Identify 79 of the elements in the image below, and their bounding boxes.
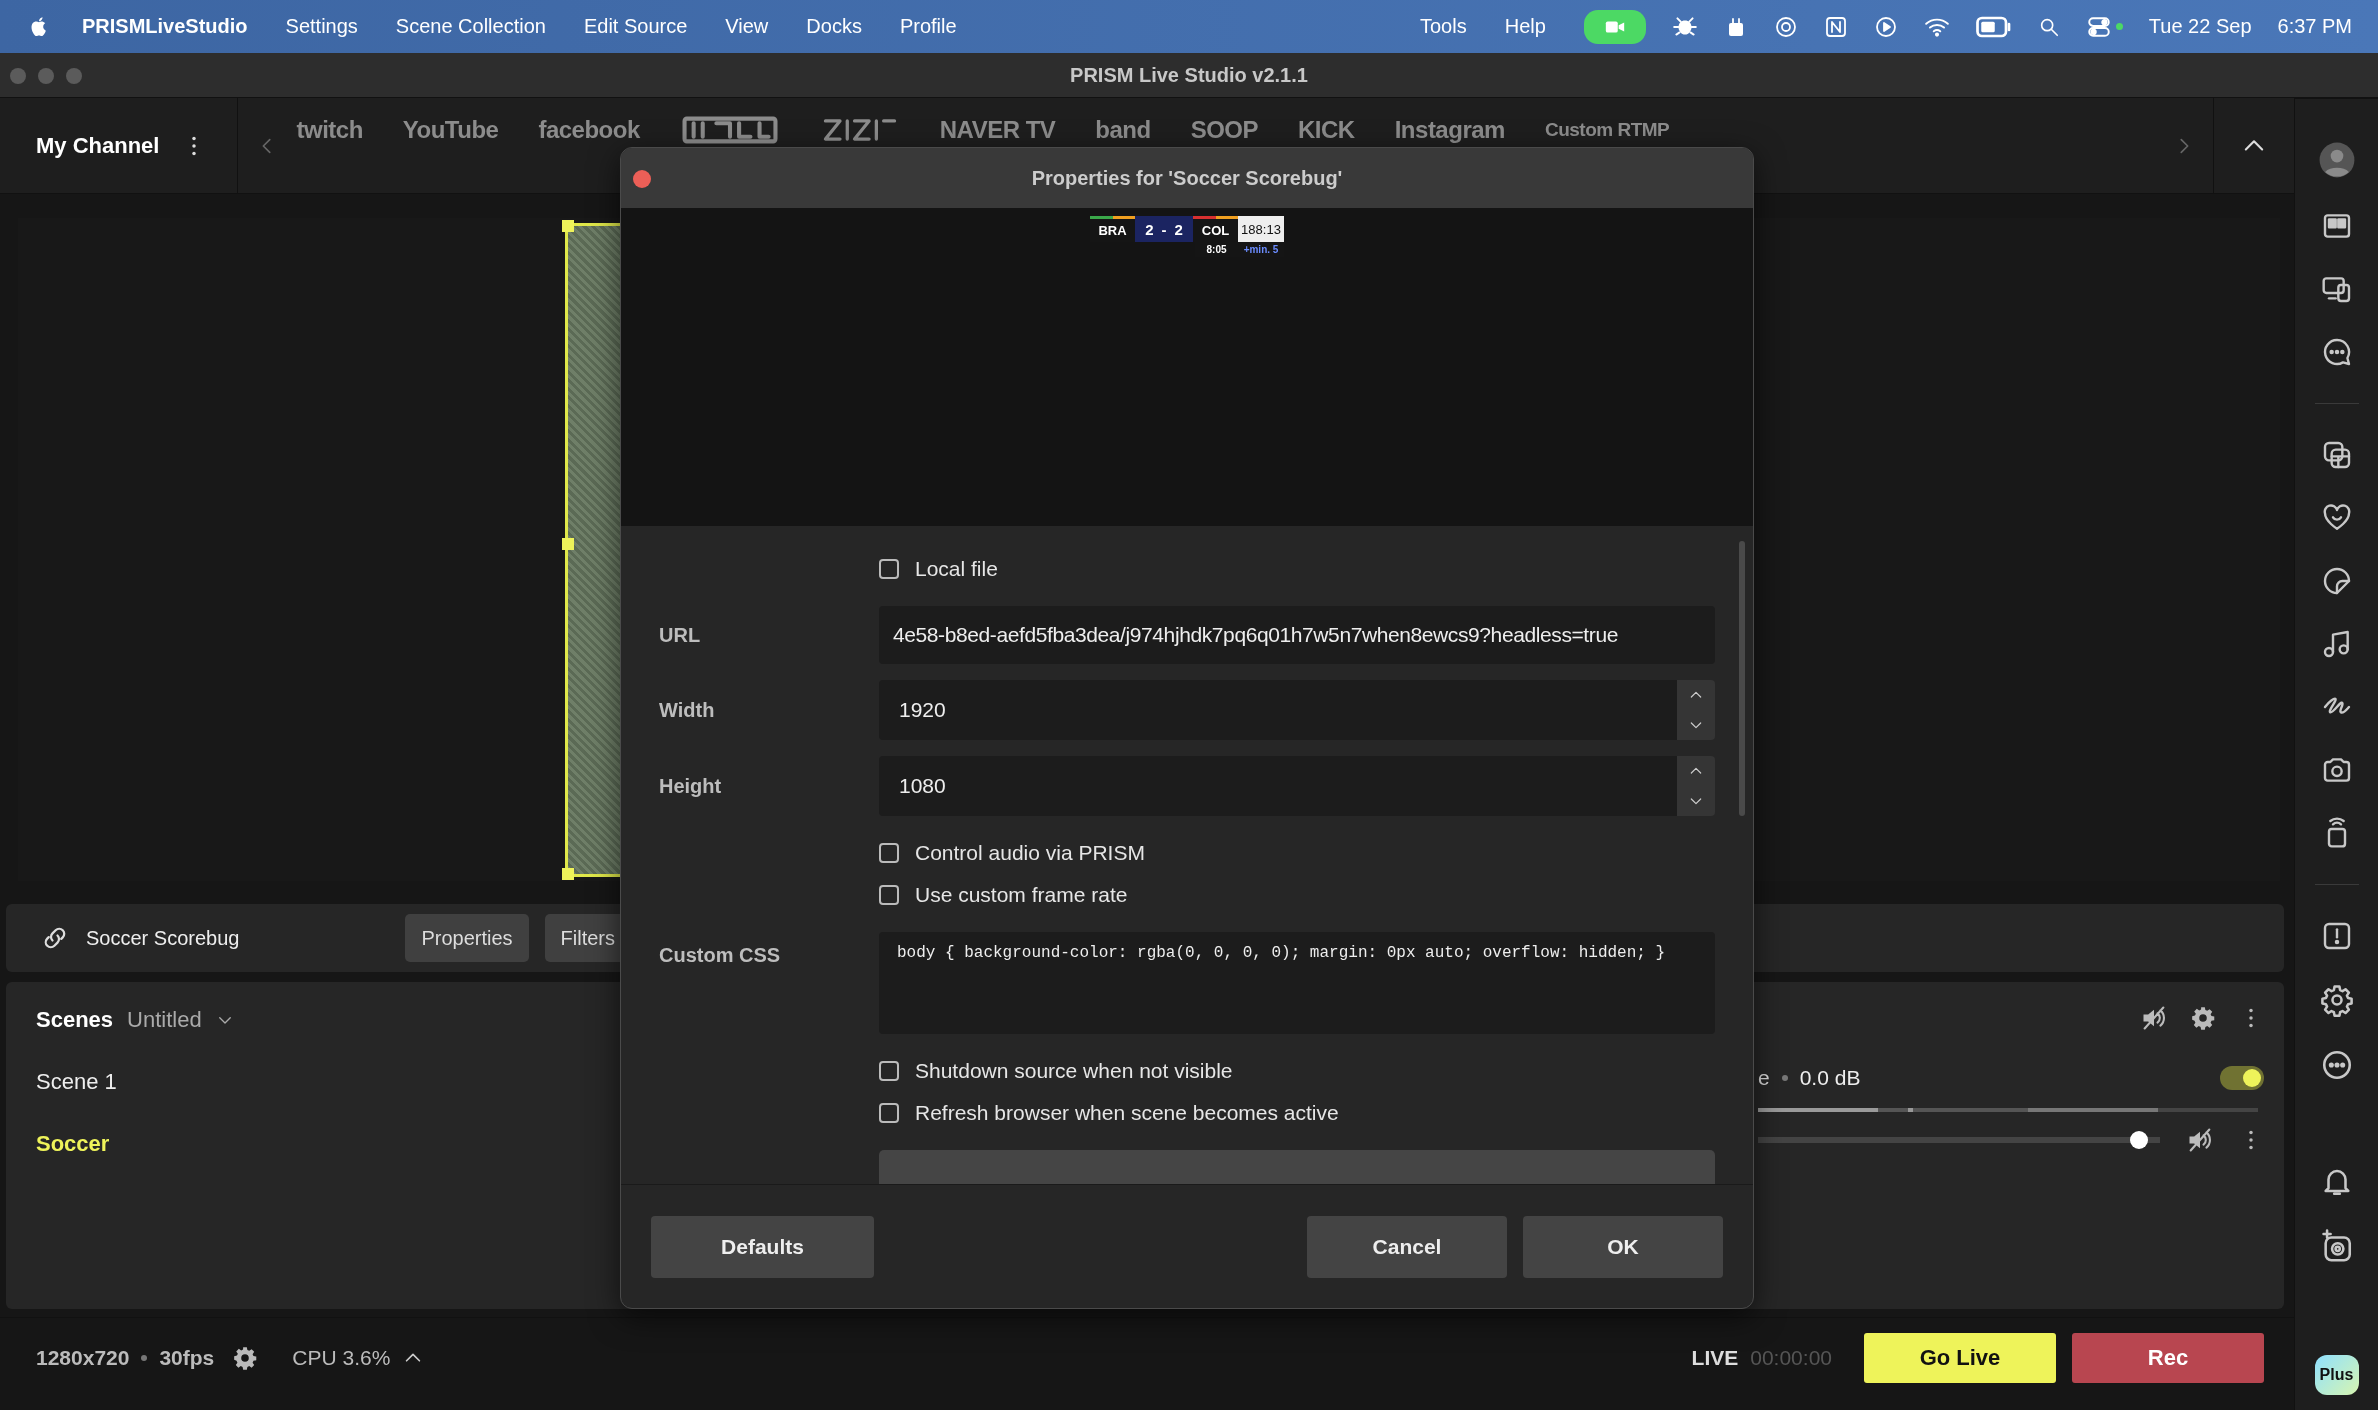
checkbox-label: Shutdown source when not visible [915,1059,1233,1083]
checkbox-label: Use custom frame rate [915,883,1128,907]
checkbox[interactable] [879,843,899,863]
platform-logo[interactable]: KICK [1298,117,1355,143]
audio-source-name: e [1758,1066,1770,1090]
menu-item[interactable]: Tools [1420,15,1467,38]
number-field[interactable]: 1080 [879,756,1677,816]
channel-title[interactable]: My Channel [36,132,160,159]
field-label: URL [659,623,702,647]
resize-handle[interactable] [562,220,574,232]
checkbox-label: Control audio via PRISM [915,841,1145,865]
checkbox[interactable] [879,1103,899,1123]
field-label: Custom CSS [659,944,782,967]
checkbox-label: Refresh browser when scene becomes active [915,1101,1339,1125]
checkbox[interactable] [879,1061,899,1081]
menubar-date: Tue 22 Sep [2148,15,2252,38]
resolution-text: 1280x720 [36,1346,130,1370]
match-clock: 188:13 [1238,216,1284,242]
resize-handle[interactable] [562,868,574,880]
menu-item[interactable]: Scene Collection [395,15,546,38]
field-label: Height [659,774,723,798]
url-field[interactable]: 4e58-b8ed-aefd5fba3dea/j974hjhdk7pq6q01h7w5n7when8ewcs9?headless=true [879,606,1715,664]
cpu-usage: CPU 3.6% [292,1346,391,1370]
source-name: Soccer Scorebug [86,926,240,950]
video-camera-icon[interactable] [1583,9,1646,44]
resize-handle[interactable] [562,538,574,550]
platform-logo[interactable]: Instagram [1394,117,1505,143]
volume-reading: 0.0 dB [1799,1066,1861,1090]
score-separator: - [1161,220,1167,238]
settings-icon[interactable] [232,1345,259,1371]
menu-item[interactable]: Settings [285,15,358,38]
app-icon[interactable] [1823,14,1848,39]
live-timer: 00:00:00 [1750,1346,1832,1370]
window-title: PRISM Live Studio v2.1.1 [1070,63,1308,87]
avatar-icon[interactable] [2317,141,2356,179]
field-label: Width [659,698,716,722]
play-icon[interactable] [1873,14,1898,39]
collection-dropdown[interactable]: Untitled [127,1007,202,1033]
dialog-button[interactable]: Cancel [1307,1215,1507,1278]
css-field[interactable]: body { background-color: rgba(0, 0, 0, 0); margin: 0px auto; overflow: hidden; } [879,932,1715,1034]
go-live-button[interactable]: Go Live [1864,1333,2056,1383]
scrollbar-thumb[interactable] [1739,541,1745,816]
menu-item[interactable]: Edit Source [583,15,688,38]
toggle-switch[interactable] [2220,1066,2264,1090]
platform-logo[interactable]: band [1095,117,1151,143]
settings-icon[interactable] [2190,1005,2216,1031]
close-button[interactable] [633,170,651,188]
menu-item[interactable]: PRISMLiveStudio [82,15,248,38]
score: 2 [1145,220,1154,238]
menu-item[interactable]: View [725,15,769,38]
live-label: LIVE [1691,1346,1739,1370]
settings-icon[interactable] [2319,983,2354,1017]
menu-item[interactable]: Help [1504,15,1546,38]
platform-logo[interactable]: SOOP [1190,117,1259,143]
score: 2 [1174,220,1183,238]
platform-logo[interactable]: NAVER TV [939,117,1056,143]
number-field[interactable]: 1920 [879,680,1677,740]
slider-thumb[interactable] [2130,1131,2149,1149]
record-button[interactable]: Rec [2072,1333,2264,1383]
platform-logo[interactable]: facebook [538,117,640,143]
menubar-clock: 6:37 PM [2277,15,2352,38]
defaults-button[interactable]: Defaults [651,1215,874,1278]
checkbox[interactable] [879,885,899,905]
ring-icon[interactable] [1773,14,1798,39]
platform-logo[interactable]: YouTube [402,117,499,143]
panel-title: Scenes [36,1007,114,1033]
dialog-button[interactable]: OK [1523,1215,1723,1278]
platform-logo[interactable]: twitch [296,117,363,143]
checkbox-label: Local file [915,557,998,581]
dialog-title: Properties for 'Soccer Scorebug' [1031,166,1343,190]
fps-text: 30fps [159,1346,215,1370]
status-dot [2115,23,2123,30]
plus-badge[interactable]: Plus [2314,1355,2359,1395]
camera-effect-icon[interactable] [2319,1229,2354,1263]
platform-logo[interactable]: Custom RTMP [1544,117,1670,143]
source-button[interactable]: Properties [405,914,529,962]
menu-item[interactable]: Profile [899,15,957,38]
checkbox[interactable] [879,559,899,579]
menu-item[interactable]: Docks [806,15,862,38]
